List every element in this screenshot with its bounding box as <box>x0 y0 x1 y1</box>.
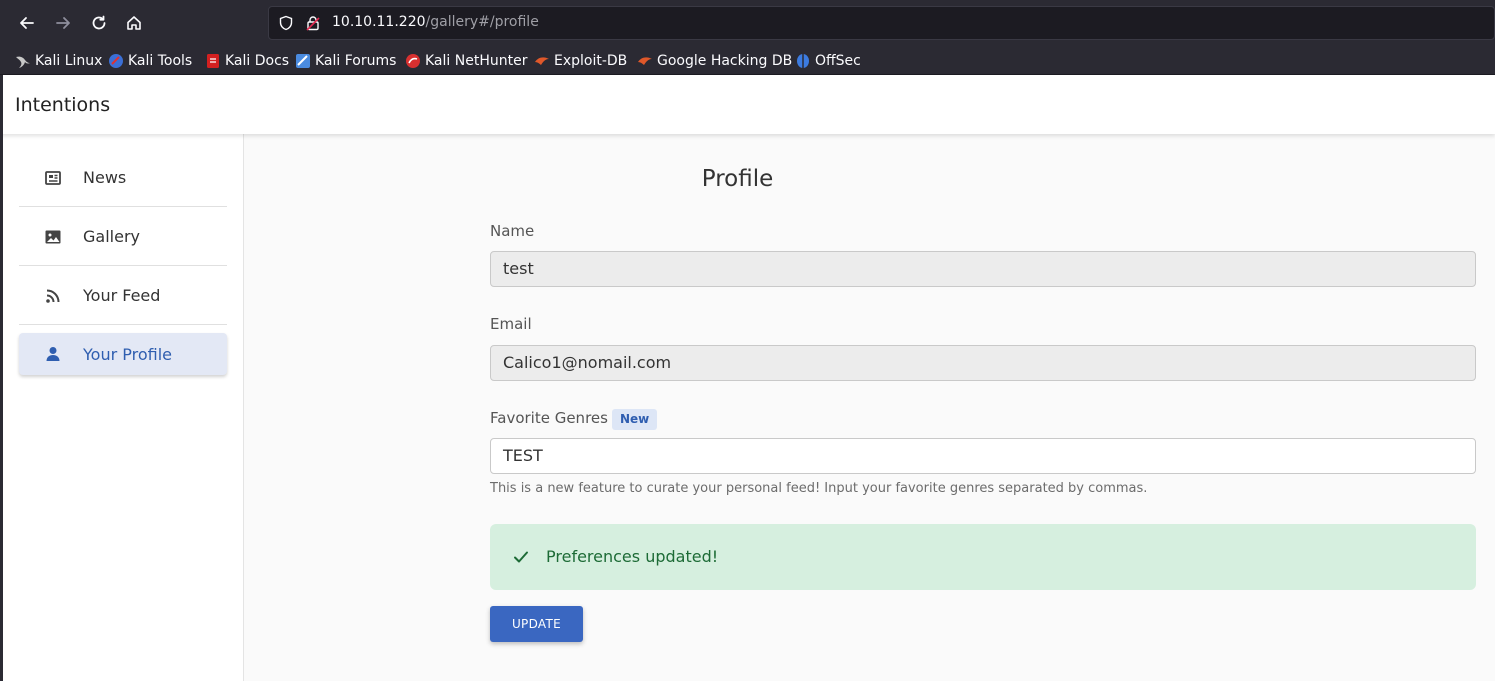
email-label: Email <box>490 315 532 333</box>
name-field[interactable]: test <box>490 251 1476 287</box>
url-host: 10.10.11.220 <box>332 14 426 30</box>
bookmark-label: Kali Linux <box>35 53 103 69</box>
kali-dragon-icon <box>16 56 30 68</box>
bookmark-kali-tools[interactable]: Kali Tools <box>108 51 192 71</box>
favorite-genres-label: Favorite Genres <box>490 409 608 427</box>
lock-warning-icon[interactable] <box>305 15 321 31</box>
url-text[interactable]: 10.10.11.220/gallery#/profile <box>332 14 539 30</box>
nethunter-icon <box>406 54 420 68</box>
shield-icon[interactable] <box>278 15 294 31</box>
bookmark-kali-forums[interactable]: Kali Forums <box>295 51 396 71</box>
forward-button[interactable] <box>51 11 75 35</box>
home-button[interactable] <box>122 11 146 35</box>
ghdb-icon <box>638 57 652 65</box>
kali-docs-icon <box>207 54 219 68</box>
arrow-right-icon <box>56 17 70 29</box>
check-icon <box>514 551 528 563</box>
bookmark-label: Kali Forums <box>315 53 397 69</box>
url-bar[interactable]: 10.10.11.220/gallery#/profile <box>268 6 1495 40</box>
new-badge: New <box>612 409 658 430</box>
sidebar-item-your-profile[interactable]: Your Profile <box>19 333 227 375</box>
page-title: Profile <box>701 166 774 192</box>
offsec-icon <box>797 54 809 68</box>
bookmark-kali-nethunter[interactable]: Kali NetHunter <box>405 51 527 71</box>
kali-forums-icon <box>296 54 310 68</box>
reload-button[interactable] <box>87 11 111 35</box>
rss-icon <box>46 289 60 303</box>
success-alert: Preferences updated! <box>490 524 1476 590</box>
arrow-left-icon <box>20 17 34 29</box>
image-icon <box>45 230 61 243</box>
reload-icon <box>92 15 106 30</box>
back-button[interactable] <box>15 11 39 35</box>
bookmark-google-hacking-db[interactable]: Google Hacking DB <box>637 51 792 71</box>
bookmark-kali-docs[interactable]: Kali Docs <box>205 51 289 71</box>
bookmark-kali-linux[interactable]: Kali Linux <box>15 51 102 71</box>
update-button[interactable]: UPDATE <box>490 606 583 642</box>
name-label: Name <box>490 222 535 240</box>
bookmark-label: Kali Docs <box>225 53 290 69</box>
email-field[interactable]: Calico1@nomail.com <box>490 345 1476 381</box>
bookmark-label: Kali NetHunter <box>425 53 528 69</box>
kali-tools-icon <box>109 54 123 68</box>
url-path: /gallery#/profile <box>425 14 539 30</box>
bookmark-exploit-db[interactable]: Exploit-DB <box>534 51 627 71</box>
bookmark-label: Kali Tools <box>128 53 193 69</box>
favorite-genres-input[interactable]: TEST <box>490 438 1476 474</box>
app-title[interactable]: Intentions <box>15 94 110 116</box>
window-edge <box>0 75 3 681</box>
bookmark-offsec[interactable]: OffSec <box>795 51 861 71</box>
main-content <box>245 134 1495 681</box>
bookmark-label: OffSec <box>815 53 861 69</box>
sidebar-item-label: Gallery <box>83 227 140 246</box>
bookmarks-bar: Kali Linux Kali Tools Kali Docs Kali For… <box>0 46 1495 75</box>
browser-toolbar: 10.10.11.220/gallery#/profile <box>0 0 1495 46</box>
sidebar-item-label: Your Profile <box>83 344 172 364</box>
bookmark-label: Google Hacking DB <box>657 53 793 69</box>
sidebar: News Gallery Your Feed Your Profile <box>3 134 244 681</box>
exploit-db-icon <box>535 57 549 65</box>
app-header: Intentions <box>0 75 1495 134</box>
sidebar-item-gallery[interactable]: Gallery <box>19 208 227 266</box>
favorite-genres-help: This is a new feature to curate your per… <box>490 481 1148 496</box>
alert-message: Preferences updated! <box>546 547 719 566</box>
home-icon <box>127 16 141 30</box>
user-icon <box>46 347 60 361</box>
sidebar-item-your-feed[interactable]: Your Feed <box>19 267 227 325</box>
sidebar-item-label: Your Feed <box>83 286 161 305</box>
bookmark-label: Exploit-DB <box>554 53 628 69</box>
